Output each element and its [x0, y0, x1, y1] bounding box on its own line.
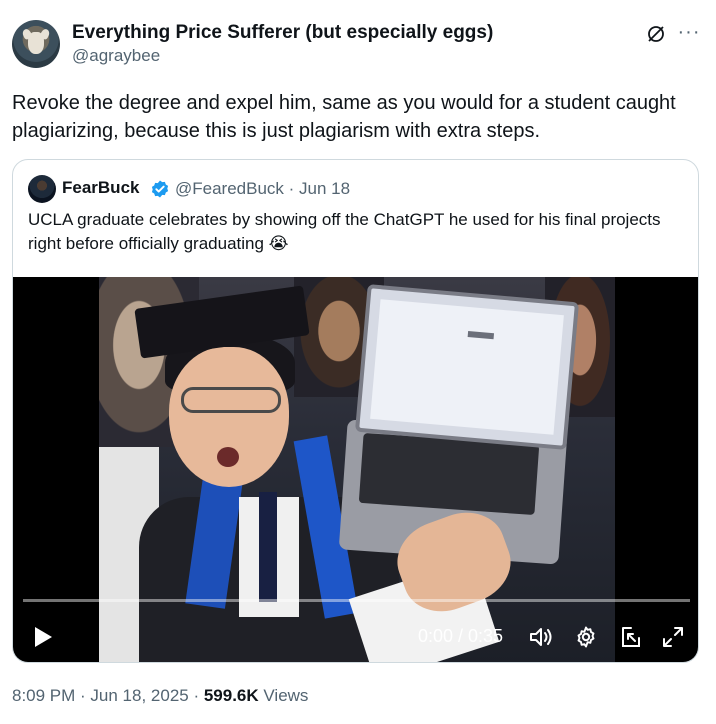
- verified-badge-icon: [151, 180, 169, 198]
- views-label: Views: [258, 686, 309, 705]
- quoted-tweet-card[interactable]: FearBuck @FearedBuck · Jun 18 UCLA gradu…: [12, 159, 699, 663]
- video-progress-bar[interactable]: [23, 599, 690, 602]
- tweet-timestamp[interactable]: 8:09 PM · Jun 18, 2025 ·: [12, 686, 204, 705]
- video-time: 0:00 / 0:35: [418, 626, 504, 646]
- grok-icon[interactable]: [646, 24, 666, 44]
- tweet-meta: 8:09 PM · Jun 18, 2025 · 599.6K Views: [12, 686, 308, 706]
- settings-icon[interactable]: [574, 625, 598, 649]
- video-player[interactable]: 0:00 / 0:35: [13, 277, 698, 662]
- video-frame: [99, 277, 615, 662]
- expand-icon[interactable]: [661, 625, 685, 649]
- quoted-handle-date[interactable]: @FearedBuck · Jun 18: [175, 179, 350, 199]
- quoted-tweet-text: UCLA graduate celebrates by showing off …: [28, 210, 661, 253]
- volume-icon[interactable]: [528, 625, 554, 649]
- more-icon[interactable]: ···: [676, 20, 702, 44]
- tweet-author-avatar[interactable]: [12, 20, 60, 68]
- tweet-text: Revoke the degree and expel him, same as…: [12, 92, 676, 142]
- views-count: 599.6K: [203, 686, 259, 705]
- dog-avatar-image: [28, 32, 44, 54]
- play-icon[interactable]: [33, 626, 53, 648]
- author-name[interactable]: Everything Price Sufferer (but especiall…: [72, 22, 493, 44]
- quoted-author-name[interactable]: FearBuck: [62, 178, 139, 198]
- author-handle[interactable]: @agraybee: [72, 46, 160, 66]
- picture-in-picture-icon[interactable]: [618, 624, 644, 650]
- quoted-author-avatar[interactable]: [28, 175, 56, 203]
